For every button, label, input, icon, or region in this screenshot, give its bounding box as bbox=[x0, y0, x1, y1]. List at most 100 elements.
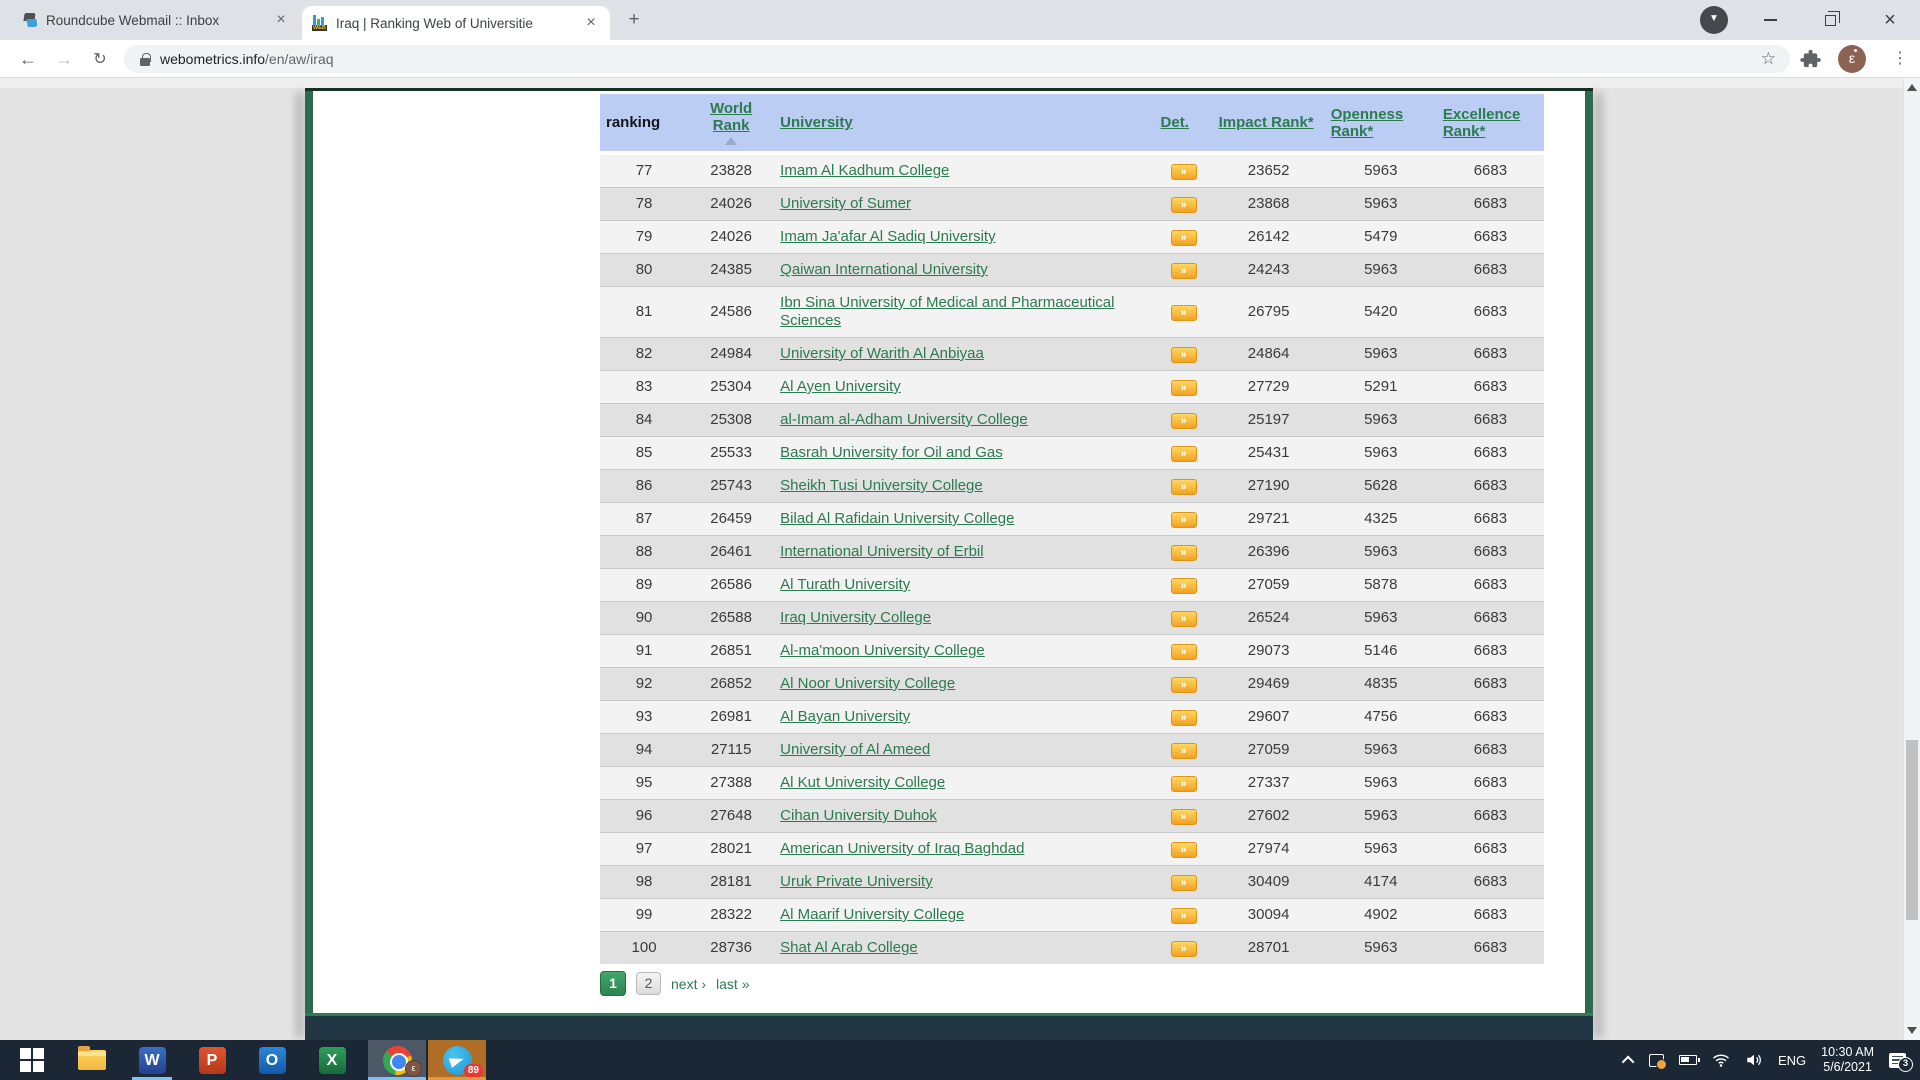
university-link[interactable]: University of Sumer bbox=[780, 195, 911, 212]
tab-roundcube-webmail[interactable]: Roundcube Webmail :: Inbox × bbox=[12, 0, 300, 40]
taskbar-item-telegram[interactable]: 89 bbox=[428, 1040, 486, 1080]
university-link[interactable]: Imam Al Kadhum College bbox=[780, 162, 949, 179]
details-badge-icon[interactable]: » bbox=[1171, 677, 1197, 693]
action-center-button[interactable]: 3 bbox=[1889, 1053, 1906, 1068]
taskbar-item-outlook[interactable]: O bbox=[248, 1040, 296, 1080]
openness-rank-cell: 5963 bbox=[1325, 932, 1437, 965]
address-bar[interactable]: webometrics.info/en/aw/iraq ☆ bbox=[124, 45, 1790, 73]
details-badge-icon[interactable]: » bbox=[1171, 644, 1197, 660]
details-badge-icon[interactable]: » bbox=[1171, 941, 1197, 957]
university-link[interactable]: al-Imam al-Adham University College bbox=[780, 411, 1028, 428]
university-link[interactable]: Cihan University Duhok bbox=[780, 807, 937, 824]
tab-search-button[interactable]: ▼ bbox=[1700, 6, 1728, 34]
details-badge-icon[interactable]: » bbox=[1171, 446, 1197, 462]
language-indicator[interactable]: ENG bbox=[1778, 1053, 1806, 1068]
details-badge-icon[interactable]: » bbox=[1171, 164, 1197, 180]
browser-menu-button[interactable]: ⋮ bbox=[1888, 46, 1912, 72]
details-badge-icon[interactable]: » bbox=[1171, 545, 1197, 561]
university-link[interactable]: Al Bayan University bbox=[780, 708, 910, 725]
university-link[interactable]: University of Al Ameed bbox=[780, 741, 930, 758]
column-impact-rank[interactable]: Impact Rank* bbox=[1213, 94, 1325, 153]
details-badge-icon[interactable]: » bbox=[1171, 842, 1197, 858]
tab-webometrics-iraq[interactable]: WEB Iraq | Ranking Web of Universitie × bbox=[302, 6, 610, 40]
details-badge-icon[interactable]: » bbox=[1171, 809, 1197, 825]
profile-avatar[interactable]: ε bbox=[1838, 45, 1866, 73]
close-tab-icon[interactable]: × bbox=[272, 11, 290, 29]
details-badge-icon[interactable]: » bbox=[1171, 710, 1197, 726]
university-link[interactable]: Imam Ja'afar Al Sadiq University bbox=[780, 228, 995, 245]
wifi-icon[interactable] bbox=[1712, 1051, 1730, 1069]
university-link[interactable]: Uruk Private University bbox=[780, 873, 933, 890]
university-link[interactable]: Al Maarif University College bbox=[780, 906, 964, 923]
university-link[interactable]: Al Noor University College bbox=[780, 675, 955, 692]
details-badge-icon[interactable]: » bbox=[1171, 776, 1197, 792]
page-1-button[interactable]: 1 bbox=[600, 971, 626, 996]
restore-button[interactable] bbox=[1807, 0, 1853, 40]
minimize-button[interactable] bbox=[1747, 0, 1793, 40]
minimize-icon bbox=[1764, 19, 1777, 21]
world-rank-cell: 24984 bbox=[688, 338, 774, 371]
university-link[interactable]: Qaiwan International University bbox=[780, 261, 988, 278]
column-excellence-rank[interactable]: Excellence Rank* bbox=[1437, 94, 1544, 153]
university-link[interactable]: Al Kut University College bbox=[780, 774, 945, 791]
close-tab-icon[interactable]: × bbox=[582, 14, 600, 32]
scroll-up-arrow[interactable] bbox=[1907, 84, 1917, 91]
reload-button[interactable]: ↻ bbox=[86, 46, 114, 74]
details-badge-icon[interactable]: » bbox=[1171, 347, 1197, 363]
taskbar-item-word[interactable]: W bbox=[128, 1040, 176, 1080]
details-badge-icon[interactable]: » bbox=[1171, 305, 1197, 321]
details-badge-icon[interactable]: » bbox=[1171, 479, 1197, 495]
scrollbar-thumb[interactable] bbox=[1906, 740, 1918, 920]
university-link[interactable]: Bilad Al Rafidain University College bbox=[780, 510, 1014, 527]
last-page-link[interactable]: last » bbox=[716, 976, 749, 992]
taskbar-item-powerpoint[interactable]: P bbox=[188, 1040, 236, 1080]
column-det[interactable]: Det. bbox=[1155, 94, 1213, 153]
university-link[interactable]: University of Warith Al Anbiyaa bbox=[780, 345, 984, 362]
column-world-rank[interactable]: World Rank bbox=[688, 94, 774, 153]
details-badge-icon[interactable]: » bbox=[1171, 413, 1197, 429]
university-link[interactable]: Al Ayen University bbox=[780, 378, 901, 395]
taskbar-item-excel[interactable]: X bbox=[308, 1040, 356, 1080]
back-button[interactable]: ← bbox=[14, 46, 42, 74]
taskbar-item-chrome[interactable]: ε bbox=[368, 1040, 426, 1080]
scroll-down-arrow[interactable] bbox=[1907, 1027, 1917, 1034]
details-badge-icon[interactable]: » bbox=[1171, 230, 1197, 246]
column-university[interactable]: University bbox=[774, 94, 1154, 153]
page-scrollbar[interactable] bbox=[1903, 78, 1920, 1040]
lock-icon[interactable] bbox=[140, 53, 150, 66]
new-tab-button[interactable]: + bbox=[622, 9, 646, 33]
university-link[interactable]: International University of Erbil bbox=[780, 543, 983, 560]
university-link[interactable]: Shat Al Arab College bbox=[780, 939, 918, 956]
details-badge-icon[interactable]: » bbox=[1171, 908, 1197, 924]
details-badge-icon[interactable]: » bbox=[1171, 578, 1197, 594]
column-openness-rank[interactable]: Openness Rank* bbox=[1325, 94, 1437, 153]
details-badge-icon[interactable]: » bbox=[1171, 875, 1197, 891]
battery-icon[interactable] bbox=[1679, 1055, 1697, 1065]
university-link[interactable]: American University of Iraq Baghdad bbox=[780, 840, 1024, 857]
details-badge-icon[interactable]: » bbox=[1171, 380, 1197, 396]
university-link[interactable]: Al Turath University bbox=[780, 576, 910, 593]
tray-app-icon[interactable] bbox=[1649, 1054, 1664, 1067]
bookmark-star-icon[interactable]: ☆ bbox=[1761, 49, 1776, 69]
ranking-cell: 87 bbox=[600, 503, 688, 536]
forward-button[interactable]: → bbox=[50, 46, 78, 74]
extensions-button[interactable] bbox=[1800, 48, 1822, 70]
university-link[interactable]: Basrah University for Oil and Gas bbox=[780, 444, 1003, 461]
details-badge-icon[interactable]: » bbox=[1171, 611, 1197, 627]
close-button[interactable]: × bbox=[1867, 0, 1913, 40]
university-link[interactable]: Ibn Sina University of Medical and Pharm… bbox=[780, 294, 1114, 329]
taskbar-item-file-explorer[interactable] bbox=[68, 1040, 116, 1080]
taskbar-clock[interactable]: 10:30 AM 5/6/2021 bbox=[1821, 1045, 1874, 1075]
start-button[interactable] bbox=[8, 1040, 56, 1080]
page-2-button[interactable]: 2 bbox=[636, 972, 661, 995]
tray-expand-icon[interactable] bbox=[1622, 1055, 1635, 1068]
university-link[interactable]: Al-ma'moon University College bbox=[780, 642, 985, 659]
volume-icon[interactable] bbox=[1745, 1051, 1763, 1069]
details-badge-icon[interactable]: » bbox=[1171, 263, 1197, 279]
details-badge-icon[interactable]: » bbox=[1171, 512, 1197, 528]
details-badge-icon[interactable]: » bbox=[1171, 197, 1197, 213]
university-link[interactable]: Iraq University College bbox=[780, 609, 931, 626]
university-link[interactable]: Sheikh Tusi University College bbox=[780, 477, 983, 494]
details-badge-icon[interactable]: » bbox=[1171, 743, 1197, 759]
next-page-link[interactable]: next › bbox=[671, 976, 706, 992]
